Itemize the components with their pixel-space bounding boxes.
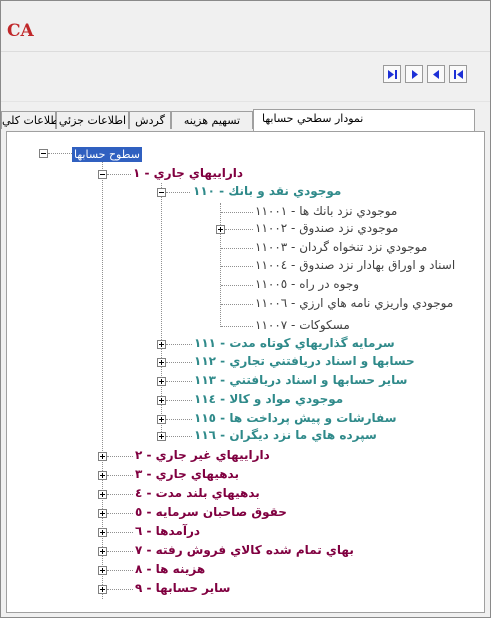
tree-connector — [107, 475, 133, 477]
tab-cost-allocation[interactable]: تسهيم هزينه — [171, 111, 253, 129]
expand-toggle[interactable] — [98, 509, 107, 518]
next-record-button[interactable] — [405, 65, 423, 83]
tree-connector — [166, 400, 192, 402]
tree-node-other-receivables[interactable]: ساير حسابها و اسناد دريافتني - ١١٣ — [194, 373, 407, 387]
tree-node-fx-deposits[interactable]: موجودي واريزي نامه هاي ارزي - ١١٠٠٦ — [255, 296, 453, 310]
tab-turnover[interactable]: گردش — [129, 111, 171, 129]
header-divider — [1, 51, 490, 52]
tree-node-revenues[interactable]: درآمدها - ٦ — [135, 524, 200, 538]
tree-node-current-assets[interactable]: داراييهاي جاري - ١ — [133, 166, 243, 180]
prev-record-button[interactable] — [427, 65, 445, 83]
tree-node-short-term-investments[interactable]: سرمايه گذاريهاي كوتاه مدت - ١١١ — [194, 336, 395, 350]
tree-connector — [107, 513, 133, 515]
expand-toggle[interactable] — [98, 471, 107, 480]
tree-connector — [221, 212, 253, 214]
collapse-toggle[interactable] — [98, 170, 107, 179]
expand-toggle[interactable] — [98, 490, 107, 499]
tree-node-equity[interactable]: حقوق صاحبان سرمايه - ٥ — [135, 505, 287, 519]
app-window: CA اطلاعات كلي اطلاعات جزئي گردش تسهيم ه… — [0, 0, 491, 618]
tree-connector — [107, 494, 133, 496]
tab-strip-edge — [476, 111, 490, 129]
tree-node-cash-in-transit[interactable]: وجوه در راه - ١١٠٠٥ — [255, 277, 359, 291]
play-left-icon — [433, 70, 439, 79]
expand-toggle[interactable] — [98, 566, 107, 575]
tree-connector — [166, 381, 192, 383]
tree-connector — [221, 266, 253, 268]
skip-to-last-icon — [388, 70, 397, 79]
tab-account-levels-chart[interactable]: نمودار سطحي حسابها — [253, 109, 475, 131]
account-tree: سطوح حسابها داراييهاي جاري - ١ موجودي نق… — [7, 132, 484, 612]
expand-toggle[interactable] — [157, 415, 166, 424]
tree-connector — [107, 532, 133, 534]
tree-connector — [107, 551, 133, 553]
tree-node-cash-and-bank[interactable]: موجودي نقد و بانك - ١١٠ — [193, 184, 341, 198]
expand-toggle[interactable] — [98, 585, 107, 594]
tree-node-expenses[interactable]: هزينه ها - ٨ — [135, 562, 205, 576]
expand-toggle[interactable] — [98, 528, 107, 537]
tree-connector — [221, 285, 253, 287]
tree-connector — [225, 229, 253, 231]
tree-panel: سطوح حسابها داراييهاي جاري - ١ موجودي نق… — [6, 131, 485, 613]
expand-toggle[interactable] — [157, 358, 166, 367]
tree-node-trade-receivables[interactable]: حسابها و اسناد دريافتني تجاري - ١١٢ — [194, 354, 415, 368]
tab-strip: اطلاعات كلي اطلاعات جزئي گردش تسهيم هزين… — [1, 109, 490, 131]
tree-node-prepayments[interactable]: سفارشات و پيش پرداخت ها - ١١٥ — [194, 411, 397, 425]
tab-detail-info[interactable]: اطلاعات جزئي — [56, 111, 129, 129]
expand-toggle[interactable] — [157, 377, 166, 386]
tree-node-coins[interactable]: مسكوكات - ١١٠٠٧ — [255, 318, 350, 332]
expand-toggle[interactable] — [157, 396, 166, 405]
tree-connector — [220, 203, 222, 327]
tree-node-other-accounts[interactable]: ساير حسابها - ٩ — [135, 581, 230, 595]
collapse-toggle[interactable] — [39, 149, 48, 158]
tree-connector — [166, 362, 192, 364]
tree-connector — [107, 589, 133, 591]
tree-connector — [221, 248, 253, 250]
tree-connector — [48, 153, 72, 155]
skip-to-first-icon — [454, 70, 463, 79]
tree-connector — [221, 304, 253, 306]
tree-root-label[interactable]: سطوح حسابها — [72, 147, 142, 162]
tab-general-info[interactable]: اطلاعات كلي — [1, 111, 62, 129]
tree-connector — [107, 174, 131, 176]
expand-toggle[interactable] — [98, 547, 107, 556]
tree-connector — [166, 192, 190, 194]
first-record-button[interactable] — [383, 65, 401, 83]
expand-toggle[interactable] — [157, 432, 166, 441]
tree-node-long-term-liabilities[interactable]: بدهيهاي بلند مدت - ٤ — [135, 486, 260, 500]
tree-node-cash-fund[interactable]: موجودي نزد صندوق - ١١٠٠٢ — [255, 221, 398, 235]
tree-node-deposits-with-others[interactable]: سپرده هاي ما نزد ديگران - ١١٦ — [194, 428, 377, 442]
tree-node-cost-of-goods-sold[interactable]: بهاي تمام شده كالاي فروش رفته - ٧ — [135, 543, 354, 557]
expand-toggle[interactable] — [157, 340, 166, 349]
tree-connector — [107, 456, 133, 458]
expand-toggle[interactable] — [216, 225, 225, 234]
tree-connector — [166, 344, 192, 346]
app-logo: CA — [7, 21, 34, 41]
tree-node-inventory[interactable]: موجودي مواد و كالا - ١١٤ — [194, 392, 343, 406]
tree-node-petty-cash[interactable]: موجودي نزد تنخواه گردان - ١١٠٠٣ — [255, 240, 427, 254]
toolbar-divider — [1, 101, 490, 102]
tree-connector — [166, 419, 192, 421]
tree-connector — [107, 570, 133, 572]
tree-node-non-current-assets[interactable]: داراييهاي غير جاري - ٢ — [135, 448, 270, 462]
tree-connector — [166, 436, 192, 438]
tree-node-current-liabilities[interactable]: بدهيهاي جاري - ٣ — [135, 467, 239, 481]
tree-connector — [221, 326, 253, 328]
collapse-toggle[interactable] — [157, 188, 166, 197]
tree-node-securities[interactable]: اسناد و اوراق بهادار نزد صندوق - ١١٠٠٤ — [255, 258, 455, 272]
expand-toggle[interactable] — [98, 452, 107, 461]
last-record-button[interactable] — [449, 65, 467, 83]
play-right-icon — [412, 70, 418, 79]
tree-node-bank-balance[interactable]: موجودي نزد بانك ها - ١١٠٠١ — [255, 204, 397, 218]
